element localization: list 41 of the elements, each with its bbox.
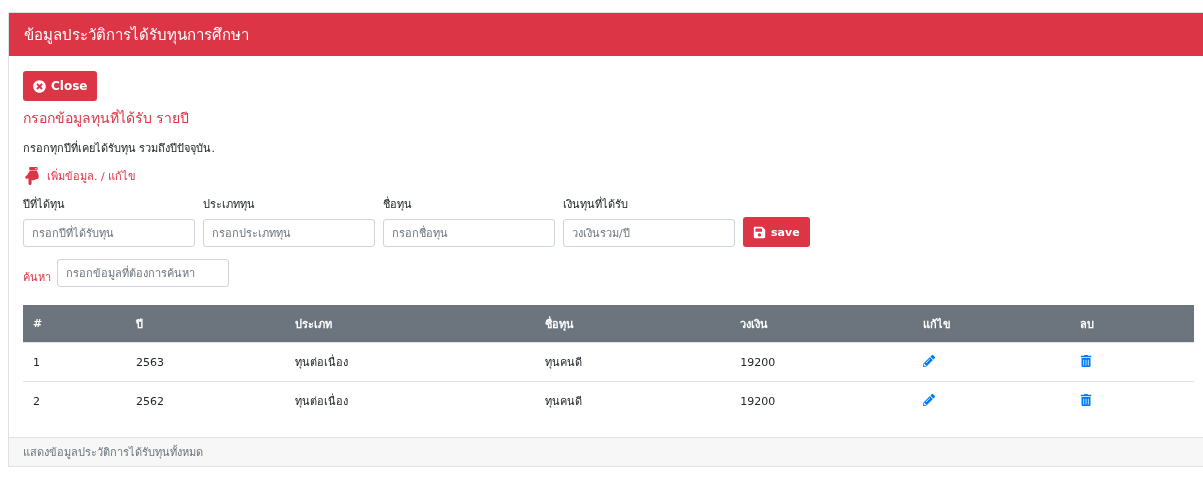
input-field[interactable]: กรอกปีที่ได้รับทุน: [23, 219, 195, 247]
edit-icon[interactable]: [922, 393, 935, 406]
column-header: #: [23, 305, 126, 343]
card-title: ข้อมูลประวัติการได้รับทุนการศึกษา: [24, 24, 249, 47]
search-label: ค้นหา: [23, 270, 51, 286]
column-header: ปี: [125, 305, 285, 343]
table-cell: 19200: [740, 394, 776, 408]
field-label: ชื่อทุน: [383, 195, 413, 213]
input-field[interactable]: กรอกประเภททุน: [203, 219, 375, 247]
column-header: วงเงิน: [730, 305, 913, 343]
save-button[interactable]: save: [743, 217, 810, 247]
trash-icon[interactable]: [1079, 354, 1092, 367]
table-cell: ทุนต่อเนื่อง: [294, 356, 348, 369]
search-field[interactable]: กรอกข้อมูลที่ต้องการค้นหา: [57, 259, 229, 287]
table-cell: 1: [33, 355, 40, 369]
column-header: ประเภท: [284, 305, 536, 343]
instruction-text: กรอกทุกปีที่เคยได้รับทุน รวมถึงปีปัจจุบัน.: [23, 139, 215, 157]
section-title: กรอกข้อมูลทุนที่ได้รับ รายปี: [23, 108, 190, 129]
table-cell: ทุนคนดี: [545, 356, 583, 369]
close-button[interactable]: Close: [23, 71, 98, 101]
table-cell: 2: [33, 394, 40, 408]
footer-text: แสดงข้อมูลประวัติการได้รับทุนทั้งหมด: [23, 444, 203, 461]
table-cell: 2563: [135, 355, 164, 369]
pointing-hand-icon: [23, 167, 41, 185]
table-cell: ทุนต่อเนื่อง: [294, 395, 348, 408]
column-header: แก้ไข: [912, 305, 1070, 343]
column-header: ลบ: [1069, 305, 1194, 343]
table-cell: ทุนคนดี: [545, 395, 583, 408]
close-icon: [33, 79, 46, 93]
field-label: ปีที่ได้ทุน: [23, 195, 66, 213]
table-cell: 19200: [740, 355, 776, 369]
column-header: ชื่อทุน: [535, 305, 731, 343]
table-cell: 2562: [135, 394, 164, 408]
edit-link[interactable]: เพิ่มข้อมูล. / แก้ไข: [23, 167, 137, 185]
save-icon: [753, 225, 766, 239]
field-label: ประเภททุน: [203, 197, 256, 213]
edit-icon[interactable]: [922, 354, 935, 367]
field-label: เงินทุนที่ได้รับ: [563, 195, 629, 213]
input-field[interactable]: กรอกชื่อทุน: [383, 219, 555, 247]
trash-icon[interactable]: [1079, 393, 1092, 406]
input-field[interactable]: วงเงินรวม/ปี: [563, 219, 735, 247]
